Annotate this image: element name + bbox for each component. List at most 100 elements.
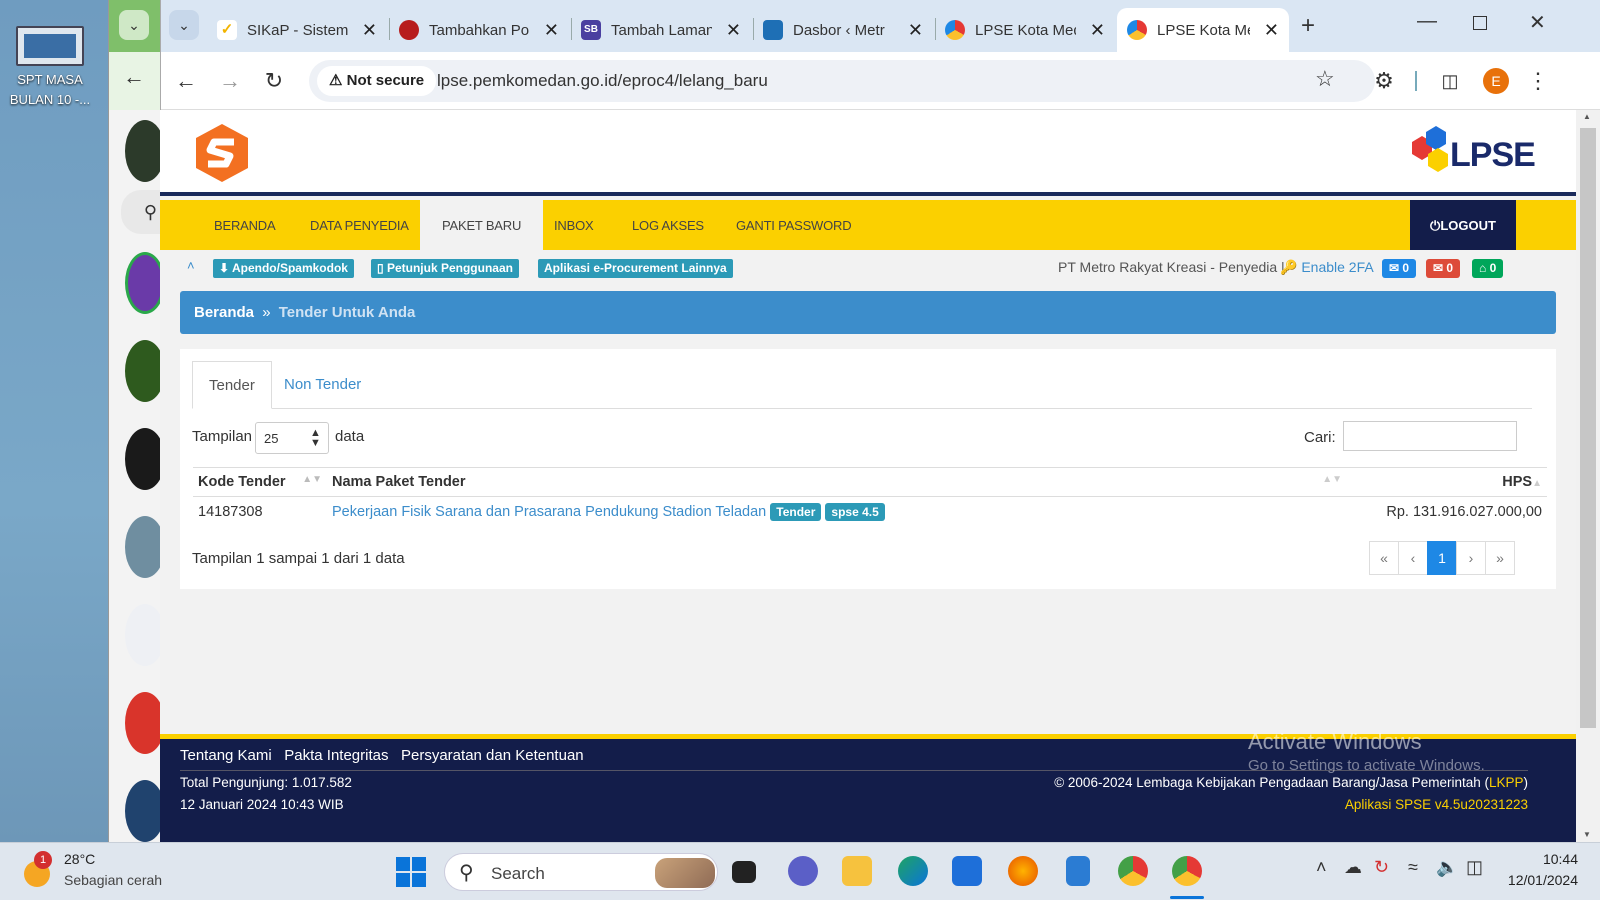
browser-tab[interactable]: Dasbor ‹ Metr ✕ xyxy=(753,8,933,52)
page-scrollbar[interactable]: ▲ ▼ xyxy=(1576,110,1600,842)
length-prefix: Tampilan xyxy=(192,428,253,445)
column-header-kode[interactable]: Kode Tender ▲▼ xyxy=(193,467,327,497)
close-icon[interactable]: ✕ xyxy=(1264,20,1279,41)
close-icon[interactable]: ✕ xyxy=(726,20,741,41)
close-icon[interactable]: ✕ xyxy=(908,20,923,41)
tab-search-chevron-icon[interactable]: ⌄ xyxy=(169,10,199,40)
clock-date[interactable]: 12/01/2024 xyxy=(1496,872,1578,888)
close-icon[interactable]: ✕ xyxy=(1090,20,1105,41)
profile-avatar[interactable]: E xyxy=(1483,68,1509,94)
windows-start-icon[interactable] xyxy=(396,857,426,887)
nav-ganti-password[interactable]: GANTI PASSWORD xyxy=(736,200,852,250)
url-text[interactable]: lpse.pemkomedan.go.id/eproc4/lelang_baru xyxy=(437,60,768,102)
window-close-icon[interactable]: ✕ xyxy=(1529,10,1546,35)
minimize-icon[interactable]: — xyxy=(1417,10,1437,33)
lkpp-link[interactable]: LKPP xyxy=(1489,775,1524,790)
search-input[interactable] xyxy=(1343,421,1517,451)
inbox-badge[interactable]: ✉ 0 xyxy=(1382,259,1417,278)
pager-page-1[interactable]: 1 xyxy=(1427,541,1457,575)
firefox-icon[interactable] xyxy=(1008,856,1038,886)
file-explorer-icon[interactable] xyxy=(842,856,872,886)
back-arrow-icon[interactable]: ← xyxy=(171,66,201,96)
back-arrow-icon[interactable]: ← xyxy=(123,64,145,90)
browser-tab[interactable]: LPSE Kota Med ✕ xyxy=(935,8,1115,52)
pager-first[interactable]: « xyxy=(1369,541,1399,575)
menu-kebab-icon[interactable]: ⋮ xyxy=(1523,66,1553,96)
enable-2fa-link[interactable]: 🔑 Enable 2FA xyxy=(1280,259,1374,276)
tab-tender[interactable]: Tender xyxy=(192,361,272,409)
browser-tab[interactable]: ✓ SIKaP - Sistem ✕ xyxy=(207,8,387,52)
apendo-button[interactable]: ⬇ Apendo/Spamkodok xyxy=(213,259,354,278)
aplikasi-lainnya-label: Aplikasi e-Procurement Lainnya xyxy=(544,261,727,275)
desktop-file-icon[interactable]: SPT MASA BULAN 10 -... xyxy=(4,26,96,110)
weather-widget[interactable]: 1 xyxy=(22,851,56,889)
footer-link-tentang[interactable]: Tentang Kami xyxy=(180,747,272,764)
home-badge[interactable]: ⌂ 0 xyxy=(1472,259,1504,278)
scrollbar-thumb[interactable] xyxy=(1580,128,1596,728)
chat-icon[interactable] xyxy=(788,856,818,886)
taskbar-search-box[interactable]: ⚲ Search xyxy=(444,853,718,891)
nav-data-penyedia[interactable]: DATA PENYEDIA xyxy=(310,200,409,250)
search-icon: ⚲ xyxy=(459,862,474,884)
length-select[interactable]: 25 ▲ ▼ xyxy=(255,422,329,454)
onedrive-cloud-icon[interactable]: ☁ xyxy=(1344,857,1362,878)
browser-tab[interactable]: Tambahkan Po ✕ xyxy=(389,8,569,52)
petunjuk-button[interactable]: ▯ Petunjuk Penggunaan xyxy=(371,259,519,278)
browser-tab-active[interactable]: LPSE Kota Med ✕ xyxy=(1117,8,1289,52)
close-icon[interactable]: ✕ xyxy=(544,20,559,41)
sync-icon[interactable]: ↻ xyxy=(1374,857,1389,878)
web-page: LPSE BERANDA DATA PENYEDIA PAKET BARU IN… xyxy=(160,110,1576,842)
new-tab-icon[interactable]: + xyxy=(1301,12,1315,40)
scroll-down-icon[interactable]: ▼ xyxy=(1583,830,1591,839)
footer-link-pakta[interactable]: Pakta Integritas xyxy=(284,747,388,764)
nav-inbox[interactable]: INBOX xyxy=(554,200,594,250)
address-bar[interactable]: ⚠ Not secure lpse.pemkomedan.go.id/eproc… xyxy=(309,60,1375,102)
kode-tender-cell: 14187308 xyxy=(198,504,263,520)
nav-beranda[interactable]: BERANDA xyxy=(214,200,276,250)
logout-button[interactable]: ⏻LOGOUT xyxy=(1410,200,1516,250)
copyright: © 2006-2024 Lembaga Kebijakan Pengadaan … xyxy=(1054,775,1528,790)
edge-browser-icon[interactable] xyxy=(898,856,928,886)
side-panel-icon[interactable]: ◫ xyxy=(1435,66,1465,96)
column-header-hps[interactable]: HPS▲ xyxy=(1347,467,1547,497)
volume-icon[interactable]: 🔈 xyxy=(1436,857,1458,878)
chrome-profile-s-icon[interactable] xyxy=(1118,856,1148,886)
collapse-up-icon[interactable]: ˄ xyxy=(187,258,195,273)
task-view-icon[interactable] xyxy=(732,861,756,883)
forward-arrow-icon[interactable]: → xyxy=(215,66,245,96)
clock-time[interactable]: 10:44 xyxy=(1512,851,1578,867)
notepad-icon[interactable] xyxy=(1066,856,1090,886)
pager-prev[interactable]: ‹ xyxy=(1398,541,1428,575)
pager-last[interactable]: » xyxy=(1485,541,1515,575)
battery-icon[interactable]: ◫ xyxy=(1466,857,1483,878)
spse-logo-icon[interactable] xyxy=(194,122,250,184)
aplikasi-lainnya-button[interactable]: Aplikasi e-Procurement Lainnya xyxy=(538,259,733,278)
nav-log-akses[interactable]: LOG AKSES xyxy=(632,200,704,250)
tray-chevron-up-icon[interactable]: ˄ xyxy=(1316,857,1327,878)
lpse-logo[interactable]: LPSE xyxy=(1398,126,1536,182)
background-browser-window[interactable]: ⌄ ← ⚲ xyxy=(108,0,165,842)
paket-link[interactable]: Pekerjaan Fisik Sarana dan Prasarana Pen… xyxy=(332,504,766,520)
logout-label: LOGOUT xyxy=(1440,218,1496,233)
tab-non-tender[interactable]: Non Tender xyxy=(268,361,377,409)
scroll-up-icon[interactable]: ▲ xyxy=(1583,112,1591,121)
unread-badge[interactable]: ✉ 0 xyxy=(1426,259,1461,278)
breadcrumb-home[interactable]: Beranda xyxy=(194,304,254,321)
chrome-profile-e-icon[interactable] xyxy=(1172,856,1202,886)
pager-next[interactable]: › xyxy=(1456,541,1486,575)
nav-paket-baru[interactable]: PAKET BARU xyxy=(420,200,544,250)
search-icon[interactable]: ⚲ xyxy=(121,190,161,234)
extensions-icon[interactable]: ⚙ xyxy=(1369,66,1399,96)
browser-tab[interactable]: SB Tambah Laman ✕ xyxy=(571,8,751,52)
maximize-icon[interactable] xyxy=(1473,16,1487,30)
chevron-down-icon[interactable]: ⌄ xyxy=(119,10,149,40)
wifi-icon[interactable]: ≈ xyxy=(1408,857,1418,878)
footer-link-persyaratan[interactable]: Persyaratan dan Ketentuan xyxy=(401,747,584,764)
book-icon: ▯ xyxy=(377,261,384,275)
column-header-nama[interactable]: Nama Paket Tender ▲▼ xyxy=(327,467,1347,497)
bookmark-star-icon[interactable]: ☆ xyxy=(1315,66,1335,92)
close-icon[interactable]: ✕ xyxy=(362,20,377,41)
store-icon[interactable] xyxy=(952,856,982,886)
reload-icon[interactable]: ↻ xyxy=(259,66,289,96)
security-chip[interactable]: ⚠ Not secure xyxy=(317,66,437,96)
